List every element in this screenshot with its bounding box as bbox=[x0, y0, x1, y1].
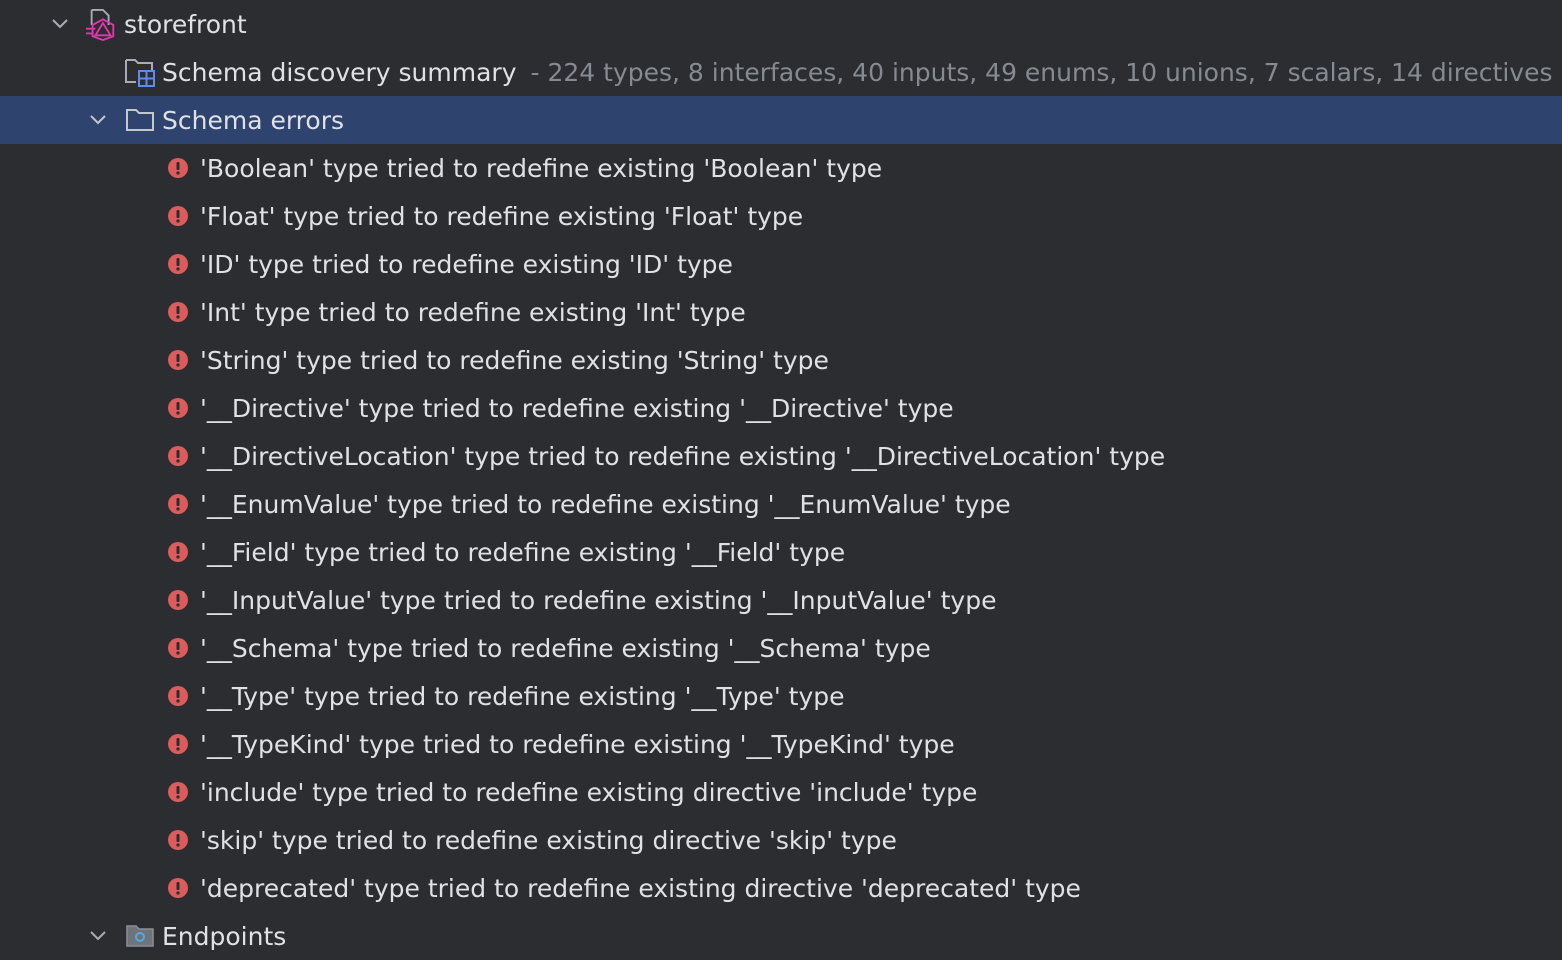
error-message: 'Float' type tried to redefine existing … bbox=[200, 201, 804, 231]
error-item[interactable]: '__InputValue' type tried to redefine ex… bbox=[0, 576, 1562, 624]
error-item[interactable]: '__Type' type tried to redefine existing… bbox=[0, 672, 1562, 720]
error-icon bbox=[166, 684, 190, 708]
summary-label: Schema discovery summary bbox=[162, 57, 517, 87]
error-icon bbox=[166, 876, 190, 900]
tree-node-label: Schema errors bbox=[162, 105, 345, 135]
error-icon bbox=[166, 396, 190, 420]
error-icon bbox=[166, 252, 190, 276]
error-item[interactable]: '__Field' type tried to redefine existin… bbox=[0, 528, 1562, 576]
error-item[interactable]: 'deprecated' type tried to redefine exis… bbox=[0, 864, 1562, 912]
endpoints-folder-icon bbox=[124, 920, 156, 952]
error-message: 'Int' type tried to redefine existing 'I… bbox=[200, 297, 746, 327]
tree-node-schema-summary[interactable]: Schema discovery summary - 224 types, 8 i… bbox=[0, 48, 1562, 96]
error-message: '__Type' type tried to redefine existing… bbox=[200, 681, 845, 711]
error-message: '__EnumValue' type tried to redefine exi… bbox=[200, 489, 1011, 519]
error-icon bbox=[166, 588, 190, 612]
error-message: '__Directive' type tried to redefine exi… bbox=[200, 393, 954, 423]
graphql-project-icon bbox=[86, 8, 118, 41]
error-message: 'deprecated' type tried to redefine exis… bbox=[200, 873, 1081, 903]
error-icon bbox=[166, 732, 190, 756]
error-item[interactable]: 'ID' type tried to redefine existing 'ID… bbox=[0, 240, 1562, 288]
error-icon bbox=[166, 204, 190, 228]
error-item[interactable]: 'Int' type tried to redefine existing 'I… bbox=[0, 288, 1562, 336]
schema-summary-icon bbox=[124, 56, 156, 88]
error-message: '__TypeKind' type tried to redefine exis… bbox=[200, 729, 955, 759]
error-item[interactable]: '__Schema' type tried to redefine existi… bbox=[0, 624, 1562, 672]
error-message: '__Schema' type tried to redefine existi… bbox=[200, 633, 931, 663]
error-item[interactable]: '__Directive' type tried to redefine exi… bbox=[0, 384, 1562, 432]
error-item[interactable]: '__DirectiveLocation' type tried to rede… bbox=[0, 432, 1562, 480]
error-icon bbox=[166, 828, 190, 852]
error-item[interactable]: '__EnumValue' type tried to redefine exi… bbox=[0, 480, 1562, 528]
summary-hint: - 224 types, 8 interfaces, 40 inputs, 49… bbox=[530, 57, 1553, 87]
error-item[interactable]: 'Boolean' type tried to redefine existin… bbox=[0, 144, 1562, 192]
error-message: '__DirectiveLocation' type tried to rede… bbox=[200, 441, 1166, 471]
error-icon bbox=[166, 492, 190, 516]
error-message: 'String' type tried to redefine existing… bbox=[200, 345, 829, 375]
tree-node-schema-errors[interactable]: Schema errors bbox=[0, 96, 1562, 144]
folder-icon bbox=[124, 104, 156, 136]
error-message: 'include' type tried to redefine existin… bbox=[200, 777, 978, 807]
chevron-down-icon[interactable] bbox=[86, 108, 110, 132]
error-message: '__Field' type tried to redefine existin… bbox=[200, 537, 846, 567]
schema-tree: storefront Schema discovery summary - 224… bbox=[0, 0, 1562, 951]
error-item[interactable]: 'Float' type tried to redefine existing … bbox=[0, 192, 1562, 240]
error-icon bbox=[166, 780, 190, 804]
error-message: 'ID' type tried to redefine existing 'ID… bbox=[200, 249, 733, 279]
error-icon bbox=[166, 636, 190, 660]
tree-node-label: storefront bbox=[124, 9, 247, 39]
tree-node-label: Endpoints bbox=[162, 921, 287, 951]
error-message: '__InputValue' type tried to redefine ex… bbox=[200, 585, 997, 615]
chevron-down-icon[interactable] bbox=[86, 924, 110, 948]
error-icon bbox=[166, 540, 190, 564]
error-item[interactable]: '__TypeKind' type tried to redefine exis… bbox=[0, 720, 1562, 768]
error-icon bbox=[166, 300, 190, 324]
tree-node-storefront[interactable]: storefront bbox=[0, 0, 1562, 48]
error-item[interactable]: 'include' type tried to redefine existin… bbox=[0, 768, 1562, 816]
error-message: 'skip' type tried to redefine existing d… bbox=[200, 825, 897, 855]
error-message: 'Boolean' type tried to redefine existin… bbox=[200, 153, 883, 183]
error-item[interactable]: 'String' type tried to redefine existing… bbox=[0, 336, 1562, 384]
error-icon bbox=[166, 156, 190, 180]
error-item[interactable]: 'skip' type tried to redefine existing d… bbox=[0, 816, 1562, 864]
error-icon bbox=[166, 348, 190, 372]
tree-node-endpoints[interactable]: Endpoints bbox=[0, 912, 1562, 960]
chevron-down-icon[interactable] bbox=[48, 12, 72, 36]
error-icon bbox=[166, 444, 190, 468]
